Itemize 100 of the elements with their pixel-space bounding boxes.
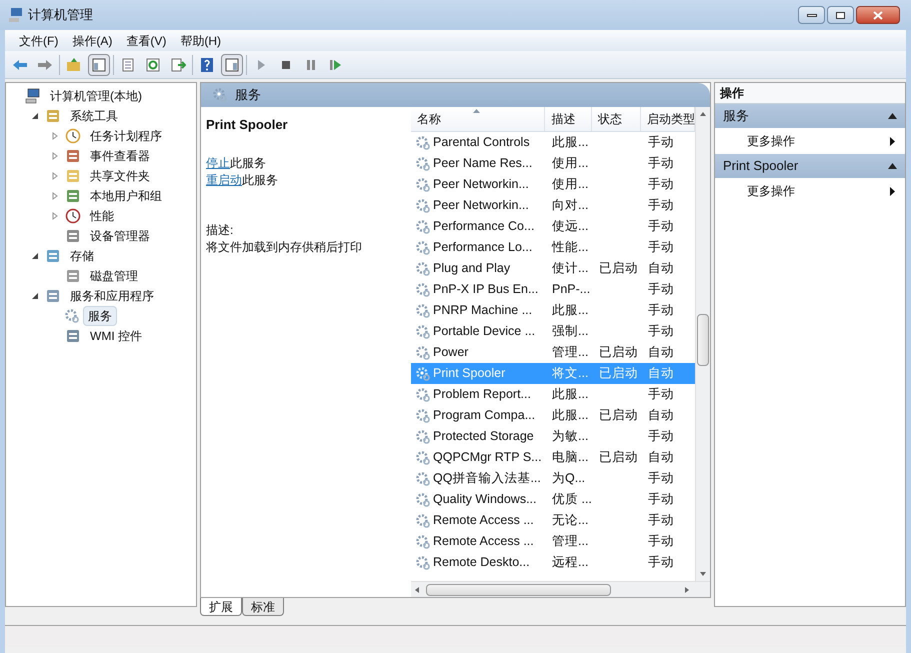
vertical-scrollbar[interactable] <box>695 107 710 581</box>
action-section-header[interactable]: Print Spooler <box>715 154 905 178</box>
service-status: 已启动 <box>599 261 638 276</box>
gear-icon <box>416 136 430 150</box>
column-header[interactable]: 名称 <box>411 107 546 131</box>
scrollbar-thumb[interactable] <box>426 584 611 596</box>
service-row[interactable]: Program Compa... 此服... 已启动 自动 <box>411 405 695 426</box>
minimize-button[interactable] <box>798 6 825 24</box>
service-row[interactable]: QQ拼音输入法基... 为Q... 手动 <box>411 468 695 489</box>
service-link[interactable]: 重启动 <box>206 172 242 186</box>
refresh-icon <box>145 56 161 72</box>
console-tree-button[interactable] <box>88 54 110 76</box>
service-row[interactable]: Remote Access ... 无论... 手动 <box>411 510 695 531</box>
startup-type: 手动 <box>648 219 674 234</box>
startup-type: 手动 <box>648 534 674 548</box>
service-name: Quality Windows... <box>433 491 537 508</box>
tree-item[interactable]: 存储 <box>65 246 99 266</box>
service-row[interactable]: Power 管理... 已启动 自动 <box>411 342 695 363</box>
gear-icon <box>416 220 430 234</box>
tree-item[interactable]: 磁盘管理 <box>85 266 143 286</box>
menu-item[interactable]: 帮助(H) <box>174 32 227 50</box>
clock-icon <box>65 128 81 144</box>
service-link[interactable]: 停止 <box>206 156 230 170</box>
expander-icon[interactable] <box>31 252 39 260</box>
window-title: 计算机管理 <box>28 6 93 24</box>
tree-item[interactable]: WMI 控件 <box>85 326 147 346</box>
tree-item[interactable]: 计算机管理(本地) <box>45 86 147 106</box>
service-row[interactable]: Peer Networkin... 使用... 手动 <box>411 174 695 195</box>
menu-item[interactable]: 操作(A) <box>66 32 118 50</box>
expander-icon[interactable] <box>31 292 39 300</box>
gear-icon <box>416 304 430 318</box>
gear-icon <box>416 178 430 192</box>
service-row[interactable]: Peer Networkin... 向对... 手动 <box>411 195 695 216</box>
service-row[interactable]: Peer Name Res... 使用... 手动 <box>411 153 695 174</box>
computer-icon <box>25 88 41 104</box>
startup-type: 手动 <box>648 282 674 296</box>
startup-type: 手动 <box>648 198 674 212</box>
tree-item[interactable]: 性能 <box>85 206 119 226</box>
submenu-arrow-icon <box>890 186 895 196</box>
action-section-header[interactable]: 服务 <box>715 104 905 128</box>
action-item[interactable]: 更多操作 <box>715 128 905 154</box>
service-name: Peer Name Res... <box>433 155 532 172</box>
service-description: 使计... <box>552 261 588 276</box>
collapse-icon <box>888 113 897 119</box>
service-row[interactable]: Remote Deskto... 远程... 手动 <box>411 552 695 573</box>
tree-item[interactable]: 系统工具 <box>65 106 123 126</box>
tree-item[interactable]: 共享文件夹 <box>85 166 155 186</box>
horizontal-scrollbar[interactable] <box>411 581 710 597</box>
service-row[interactable]: Quality Windows... 优质 ... 手动 <box>411 489 695 510</box>
view-tab[interactable]: 标准 <box>242 598 284 616</box>
tree-item[interactable]: 事件查看器 <box>85 146 155 166</box>
service-row[interactable]: Parental Controls 此服... 手动 <box>411 132 695 153</box>
expander-icon[interactable] <box>31 112 39 120</box>
service-row[interactable]: QQPCMgr RTP S... 电脑... 已启动 自动 <box>411 447 695 468</box>
startup-type: 自动 <box>648 450 674 464</box>
startup-type: 手动 <box>648 513 674 528</box>
scrollbar-thumb[interactable] <box>697 314 709 366</box>
link-suffix: 此服务 <box>230 156 266 170</box>
service-description: 优质 ... <box>552 492 592 506</box>
scroll-left-icon <box>414 586 420 592</box>
service-row[interactable]: Protected Storage 为敏... 手动 <box>411 426 695 447</box>
gear-icon <box>416 492 430 506</box>
sort-arrow-icon <box>473 109 480 113</box>
service-description: 使远... <box>552 219 588 234</box>
startup-type: 手动 <box>648 240 674 254</box>
column-header[interactable]: 描述 <box>545 107 592 131</box>
service-row[interactable]: Plug and Play 使计... 已启动 自动 <box>411 258 695 279</box>
service-row[interactable]: PnP-X IP Bus En... PnP-... 手动 <box>411 279 695 300</box>
service-row[interactable]: Portable Device ... 强制... 手动 <box>411 321 695 342</box>
actions-title: 操作 <box>715 83 905 104</box>
service-description: 此服... <box>552 408 588 422</box>
action-pane-button[interactable] <box>221 54 243 76</box>
gear-icon <box>416 282 430 296</box>
tree-item[interactable]: 服务 <box>83 306 117 326</box>
service-name: Program Compa... <box>433 407 536 424</box>
panel-title: 服务 <box>235 86 261 104</box>
service-row[interactable]: Remote Access ... 管理... 手动 <box>411 531 695 552</box>
tree-item[interactable]: 服务和应用程序 <box>65 286 159 306</box>
column-header[interactable]: 状态 <box>592 107 641 131</box>
startup-type: 自动 <box>648 408 674 422</box>
service-name: Peer Networkin... <box>433 197 529 214</box>
service-row[interactable]: PNRP Machine ... 此服... 手动 <box>411 300 695 321</box>
tree-item[interactable]: 本地用户和组 <box>85 186 167 206</box>
close-button[interactable] <box>856 6 900 24</box>
gear-icon <box>416 534 430 548</box>
startup-type: 手动 <box>648 324 674 338</box>
maximize-button[interactable] <box>827 6 854 24</box>
menu-item[interactable]: 文件(F) <box>13 32 64 50</box>
tree-item[interactable]: 设备管理器 <box>85 226 155 246</box>
service-row[interactable]: Performance Co... 使远... 手动 <box>411 216 695 237</box>
view-tab[interactable]: 扩展 <box>200 598 242 616</box>
action-item[interactable]: 更多操作 <box>715 178 905 204</box>
startup-type: 手动 <box>648 387 674 402</box>
menu-item[interactable]: 查看(V) <box>120 32 172 50</box>
service-description: 此服... <box>552 303 588 318</box>
tree-item[interactable]: 任务计划程序 <box>85 126 167 146</box>
service-row[interactable]: Performance Lo... 性能... 手动 <box>411 237 695 258</box>
gear-icon <box>416 472 430 486</box>
gear-icon <box>416 324 430 338</box>
service-row[interactable]: Problem Report... 此服... 手动 <box>411 384 695 405</box>
